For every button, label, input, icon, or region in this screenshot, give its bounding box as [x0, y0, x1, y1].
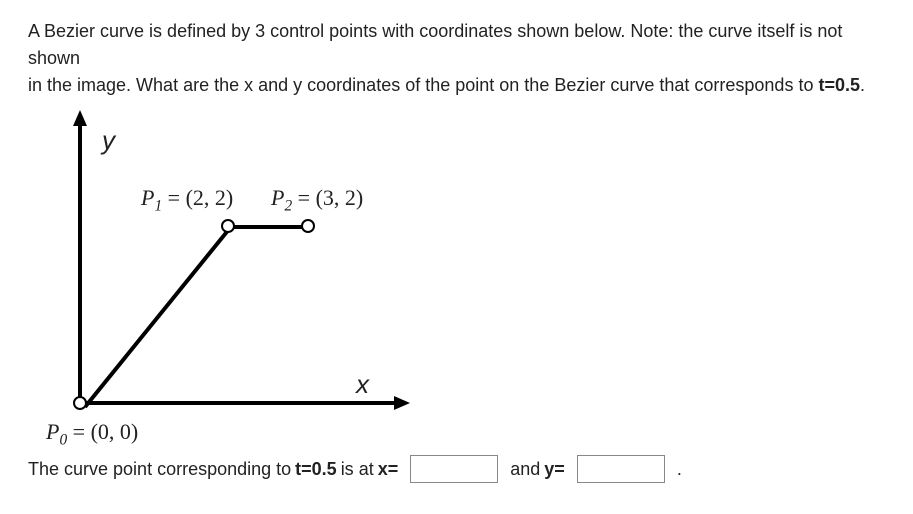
x-axis-label: x: [356, 369, 369, 400]
p0-label: P0 = (0, 0): [46, 419, 138, 449]
p2-label: P2 = (3, 2): [271, 185, 363, 215]
control-point-p2: [301, 219, 315, 233]
question-text: A Bezier curve is defined by 3 control p…: [28, 18, 885, 99]
p1-label: P1 = (2, 2): [141, 185, 233, 215]
answer-row: The curve point corresponding to t=0.5 i…: [28, 455, 885, 483]
question-t-value: t=0.5: [818, 75, 860, 95]
x-input[interactable]: [410, 455, 498, 483]
answer-x-label: x=: [378, 459, 399, 480]
control-point-p1: [221, 219, 235, 233]
x-axis-arrow: [394, 396, 410, 410]
answer-mid2: and: [510, 459, 540, 480]
segment-p1-p2: [234, 225, 302, 229]
question-line-2c: .: [860, 75, 865, 95]
control-point-p0: [73, 396, 87, 410]
question-line-1: A Bezier curve is defined by 3 control p…: [28, 21, 842, 68]
answer-suffix: .: [677, 459, 682, 480]
y-input[interactable]: [577, 455, 665, 483]
x-axis: [78, 401, 398, 405]
y-axis-label: y: [102, 125, 115, 156]
question-line-2a: in the image. What are the x and y coord…: [28, 75, 818, 95]
answer-t: t=0.5: [295, 459, 337, 480]
answer-y-label: y=: [544, 459, 565, 480]
y-axis: [78, 121, 82, 405]
answer-mid1: is at: [341, 459, 374, 480]
control-point-diagram: y x P1 = (2, 2) P2 = (3, 2) P0 = (0, 0): [46, 113, 466, 453]
answer-prefix: The curve point corresponding to: [28, 459, 291, 480]
segment-p0-p1: [83, 230, 228, 408]
